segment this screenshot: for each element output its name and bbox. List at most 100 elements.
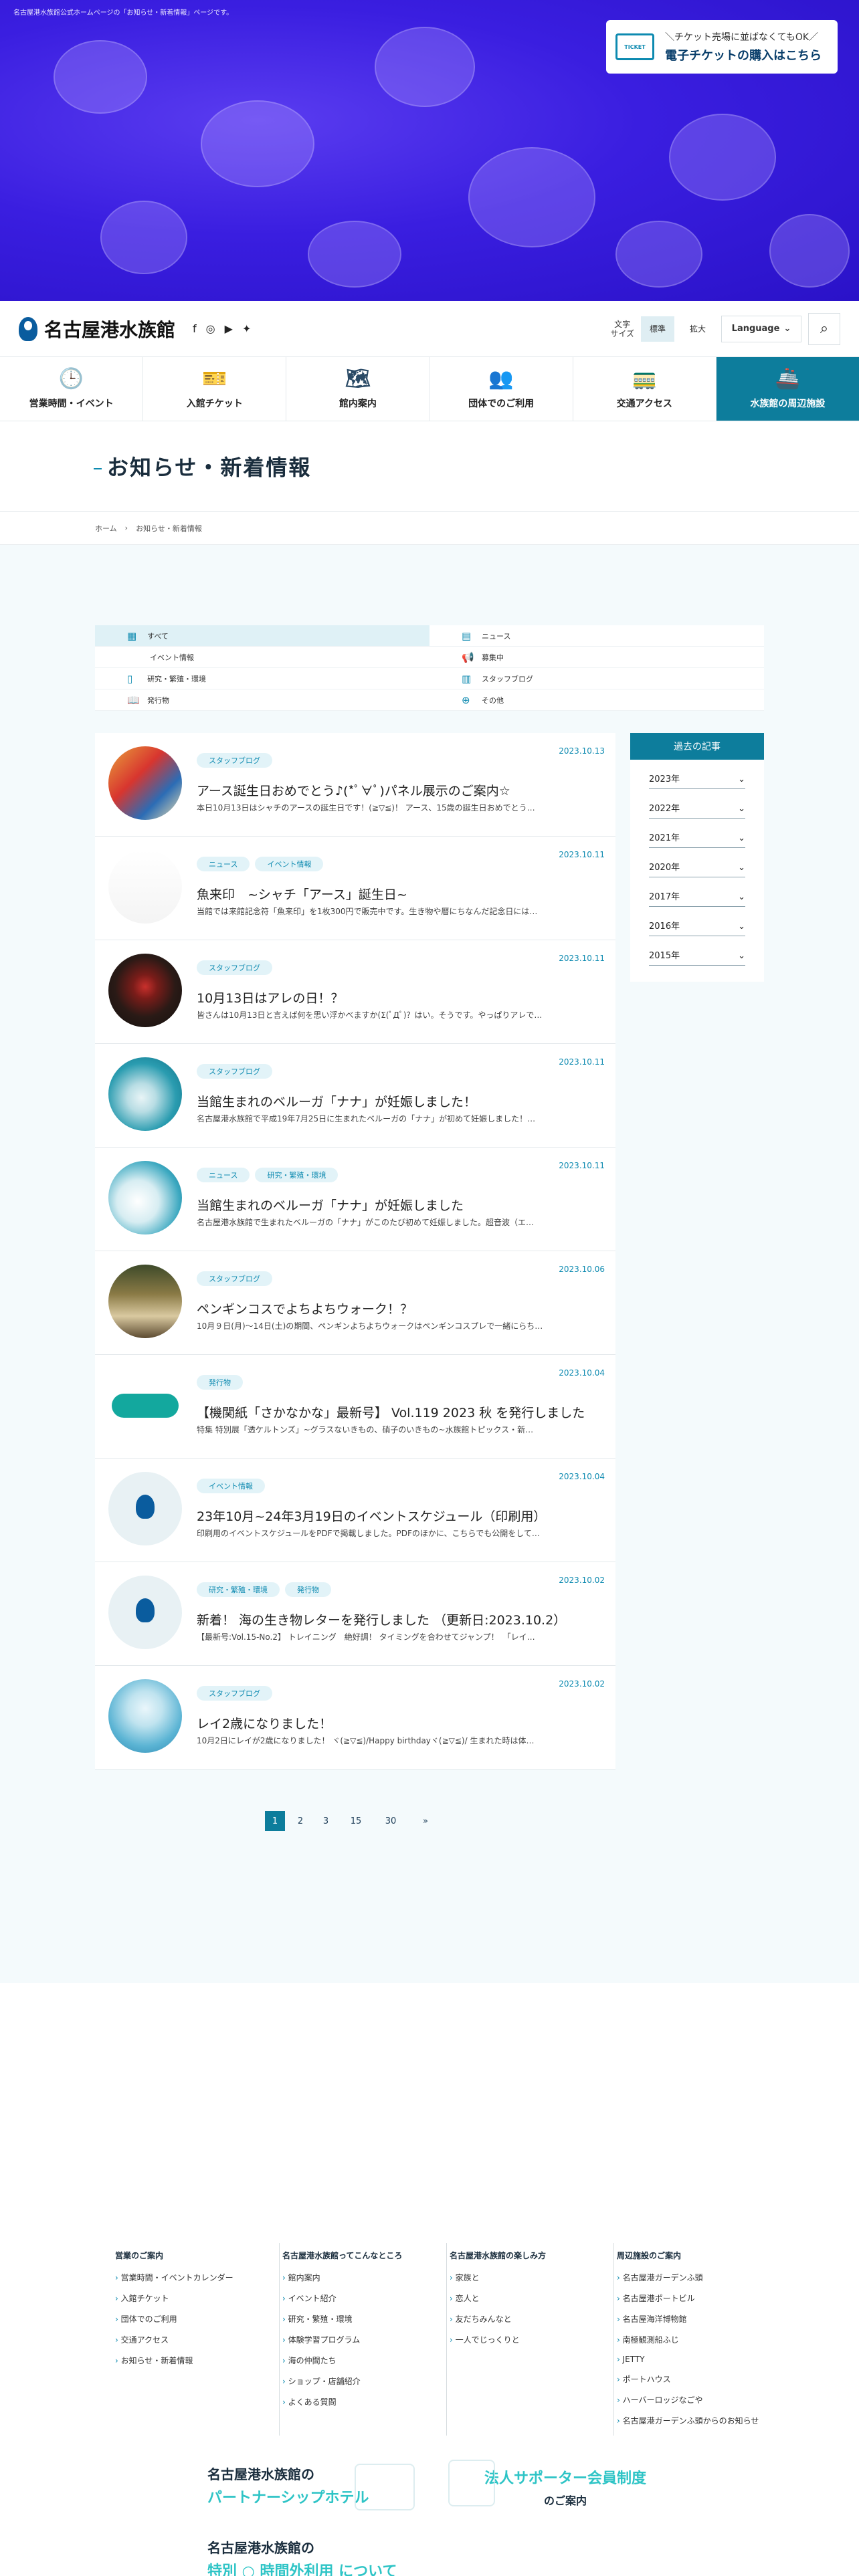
footer-link[interactable]: ショップ・店舗紹介 [282,2375,446,2387]
private-use-banner[interactable]: 名古屋港水族館の 特別 ○ 時間外利用 について [181,2524,428,2576]
article-item[interactable]: 2023.10.06 スタッフブログ ペンギンコスでよちよちウォーク！？ 10月９日(… [95,1251,615,1355]
footer-link[interactable]: 一人でじっくりと [450,2334,613,2345]
footer-link[interactable]: 名古屋港ガーデンふ頭からのお知らせ [617,2415,781,2426]
article-item[interactable]: 2023.10.04 発行物 【機関紙「さかなかな」最新号】 Vol.119 202… [95,1355,615,1459]
hero-caption: 名古屋港水族館公式ホームページの「お知らせ・新着情報」ページです。 [13,9,233,17]
footer-link[interactable]: ハーバーロッジなごや [617,2394,781,2405]
corporate-supporter-banner[interactable]: 法人サポーター会員制度 のご案内 [442,2450,689,2517]
footer-link[interactable]: 恋人と [450,2292,613,2304]
archive-year-select[interactable]: 2022年 ⌄ [649,789,745,819]
chevron-down-icon: ⌄ [738,863,745,873]
category-tag: 発行物 [285,1582,331,1597]
article-item[interactable]: 2023.10.11 スタッフブログ 当館生まれのベルーガ「ナナ」が妊娠しました！ 名… [95,1044,615,1148]
footer-link[interactable]: 交通アクセス [115,2334,279,2345]
footer-link[interactable]: よくある質問 [282,2396,446,2407]
page-link[interactable]: 15 [341,1811,371,1831]
breadcrumb-home[interactable]: ホーム [95,523,117,534]
footer-link[interactable]: イベント紹介 [282,2292,446,2304]
gnav-item[interactable]: 🗺 館内案内 [286,357,430,421]
article-tags: スタッフブログ [197,753,272,768]
footer-link[interactable]: 営業時間・イベントカレンダー [115,2272,279,2283]
footer-link[interactable]: ポートハウス [617,2373,781,2385]
e-ticket-banner[interactable]: TICKET ＼チケット売場に並ばなくてもOK／ 電子チケットの購入はこちら [606,20,838,74]
filter-phone-icon[interactable]: ▯ 研究・繁殖・環境 [95,668,430,689]
next-page-button[interactable]: » [411,1811,440,1831]
gnav-item[interactable]: 👥 団体でのご利用 [430,357,573,421]
archive-year-select[interactable]: 2021年 ⌄ [649,819,745,848]
article-item[interactable]: 2023.10.02 スタッフブログ レイ2歳になりました！ 10月2日にレイが2歳に… [95,1666,615,1769]
year-label: 2017年 [649,892,680,902]
footer-link[interactable]: 体験学習プログラム [282,2334,446,2345]
font-size-standard-button[interactable]: 標準 [641,316,674,342]
twitter-icon[interactable]: ✦ [242,322,251,335]
footer-link[interactable]: 海の仲間たち [282,2355,446,2366]
filter-grid-icon[interactable]: ▦ すべて [95,625,430,647]
article-thumbnail [108,1057,182,1131]
gnav-item[interactable]: 🚃 交通アクセス [573,357,717,421]
article-date: 2023.10.02 [559,1576,605,1585]
article-item[interactable]: 2023.10.11 スタッフブログ 10月13日はアレの日！？ 皆さんは10月13日… [95,940,615,1044]
article-item[interactable]: 2023.10.11 ニュース 研究・繁殖・環境 当館生まれのベルーガ「ナナ」が妊娠し… [95,1148,615,1251]
filter-megaphone-icon[interactable]: 📢 募集中 [430,647,764,668]
filter-book-icon[interactable]: 📖 発行物 [95,689,430,711]
footer-link[interactable]: お知らせ・新着情報 [115,2355,279,2366]
gnav-item[interactable]: 🕒 営業時間・イベント [0,357,144,421]
filter-item[interactable]: イベント情報 [95,647,430,668]
font-size-large-button[interactable]: 拡大 [681,316,714,342]
gnav-item[interactable]: 🎫 入館チケット [143,357,287,421]
instagram-icon[interactable]: ◎ [206,322,215,335]
search-button[interactable]: ⌕ [808,312,840,345]
filter-row: ▦ すべて ▤ ニュース [95,625,764,647]
footer-link[interactable]: 友だちみんなと [450,2313,613,2325]
page-link[interactable]: 2 [290,1811,310,1831]
partnership-hotel-banner[interactable]: 名古屋港水族館の パートナーシップホテル [181,2450,428,2517]
article-item[interactable]: 2023.10.11 ニュース イベント情報 魚来印 ~シャチ「アース」誕生日~ 当館で… [95,837,615,940]
phone-icon: ▯ [127,672,133,685]
youtube-icon[interactable]: ▶ [225,322,233,335]
gnav-label: 館内案内 [339,398,377,409]
article-excerpt: 特集 特別展「透ケルトンズ」~グラスないきもの、硝子のいきもの~水族館トピックス… [197,1425,534,1434]
article-item[interactable]: 2023.10.04 イベント情報 23年10月~24年3月19日のイベントスケジュ… [95,1459,615,1562]
footer-link[interactable]: 家族と [450,2272,613,2283]
footer-link[interactable]: 名古屋港ポートビル [617,2292,781,2304]
article-date: 2023.10.04 [559,1368,605,1378]
archive-year-select[interactable]: 2016年 ⌄ [649,907,745,936]
filter-globe-icon[interactable]: ⊕ その他 [430,689,764,711]
gnav-item[interactable]: 🚢 水族館の周辺施設 [716,357,859,421]
footer-link[interactable]: 研究・繁殖・環境 [282,2313,446,2325]
article-excerpt: 本日10月13日はシャチのアースの誕生日です！(≧▽≦)！ アース、15歳の誕生… [197,803,535,813]
article-item[interactable]: 2023.10.13 スタッフブログ アース誕生日おめでとう♪(*ﾟ∀ﾟ)パネル展示… [95,733,615,837]
footer-link[interactable]: 館内案内 [282,2272,446,2283]
category-tag: ニュース [197,857,250,871]
page-link[interactable]: 30 [376,1811,405,1831]
article-thumbnail [108,1679,182,1753]
archive-year-select[interactable]: 2017年 ⌄ [649,877,745,907]
footer-column: 名古屋港水族館ってこんなところ館内案内イベント紹介研究・繁殖・環境体験学習プログ… [280,2243,447,2436]
filter-label: すべて [147,631,169,641]
article-date: 2023.10.11 [559,1161,605,1170]
footer-link[interactable]: 入館チケット [115,2292,279,2304]
archive-year-select[interactable]: 2015年 ⌄ [649,936,745,966]
article-excerpt: 10月９日(月)～14日(土)の期間、ペンギンよちよちウォークはペンギンコスプレ… [197,1321,543,1331]
page-link[interactable]: 3 [316,1811,336,1831]
article-excerpt: 印刷用のイベントスケジュールをPDFで掲載しました。PDFのほかに、こちらでも公… [197,1529,540,1538]
language-label: Language [731,324,780,334]
archive-year-select[interactable]: 2020年 ⌄ [649,848,745,877]
archive-year-select[interactable]: 2023年 ⌄ [649,760,745,789]
article-item[interactable]: 2023.10.02 研究・繁殖・環境 発行物 新着！ 海の生き物レターを発行しました… [95,1562,615,1666]
footer-link[interactable]: 南極観測船ふじ [617,2334,781,2345]
logo-mark-icon [19,316,37,341]
footer-link[interactable]: 名古屋海洋博物館 [617,2313,781,2325]
ticket-banner-text: 電子チケットの購入はこちら [665,49,822,63]
site-logo[interactable]: 名古屋港水族館 [19,316,175,342]
footer-links: 営業のご案内営業時間・イベントカレンダー入館チケット団体でのご利用交通アクセスお… [112,2243,781,2436]
filter-doc-icon[interactable]: ▤ ニュース [430,625,764,647]
facebook-icon[interactable]: f [193,322,197,335]
footer-link[interactable]: 名古屋港ガーデンふ頭 [617,2272,781,2283]
filter-building-icon[interactable]: ▥ スタッフブログ [430,668,764,689]
footer-link[interactable]: JETTY [617,2355,781,2364]
archive-title: 過去の記事 [630,733,764,760]
page-link[interactable]: 1 [265,1811,285,1831]
language-select[interactable]: Language ⌄ [721,315,801,342]
footer-link[interactable]: 団体でのご利用 [115,2313,279,2325]
